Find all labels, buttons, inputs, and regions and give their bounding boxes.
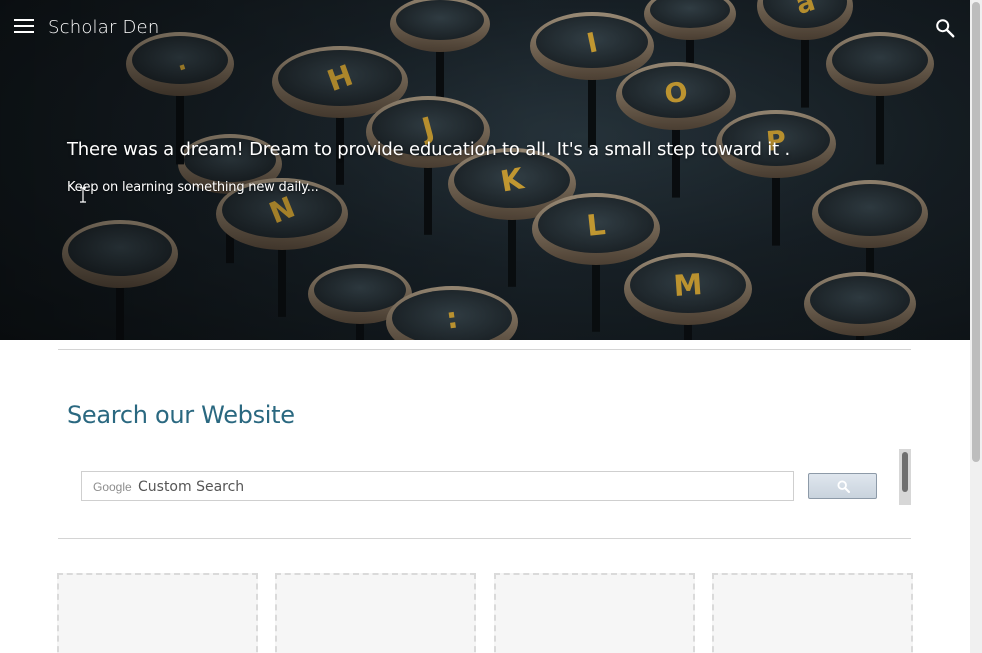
menu-icon[interactable] <box>14 19 34 35</box>
section-divider <box>58 538 911 539</box>
hero-subline: Keep on learning something new daily... <box>67 180 319 195</box>
placeholder-card <box>57 573 258 653</box>
placeholder-card <box>712 573 913 653</box>
search-section-heading: Search our Website <box>67 401 295 429</box>
hero-banner: aIHOJPKNLM:. Scholar Den There was a dre… <box>0 0 970 340</box>
site-title[interactable]: Scholar Den <box>48 17 159 38</box>
section-divider <box>58 349 911 350</box>
placeholder-card <box>494 573 695 653</box>
placeholder-card <box>275 573 476 653</box>
search-icon[interactable] <box>934 17 956 39</box>
embed-scrollbar-thumb[interactable] <box>902 452 908 492</box>
custom-search-input[interactable] <box>138 476 778 498</box>
page-scrollbar[interactable] <box>970 0 982 653</box>
page-scrollbar-thumb[interactable] <box>972 2 980 462</box>
custom-search-field[interactable]: Google <box>81 471 794 501</box>
top-bar: Scholar Den <box>0 0 970 56</box>
magnifier-icon <box>837 480 850 493</box>
text-cursor-icon <box>80 187 86 203</box>
search-submit-button[interactable] <box>808 473 877 499</box>
embed-scrollbar[interactable] <box>899 449 911 505</box>
google-label: Google <box>93 480 132 494</box>
hero-headline: There was a dream! Dream to provide educ… <box>67 139 790 160</box>
